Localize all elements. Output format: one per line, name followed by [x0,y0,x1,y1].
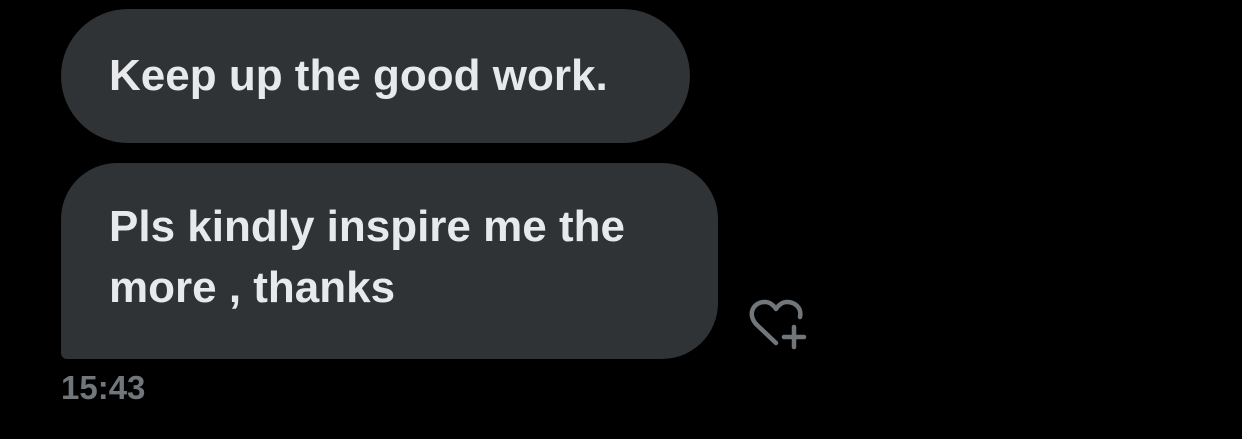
message-text: Pls kindly inspire me the more , thanks [109,202,625,312]
message-bubble[interactable]: Pls kindly inspire me the more , thanks [61,163,718,359]
message-timestamp: 15:43 [61,369,146,406]
message-text: Keep up the good work. [109,51,608,100]
message-bubble[interactable]: Keep up the good work. [61,9,690,143]
message-thread: Keep up the good work. Pls kindly inspir… [0,0,1242,439]
heart-plus-icon[interactable] [744,296,810,354]
